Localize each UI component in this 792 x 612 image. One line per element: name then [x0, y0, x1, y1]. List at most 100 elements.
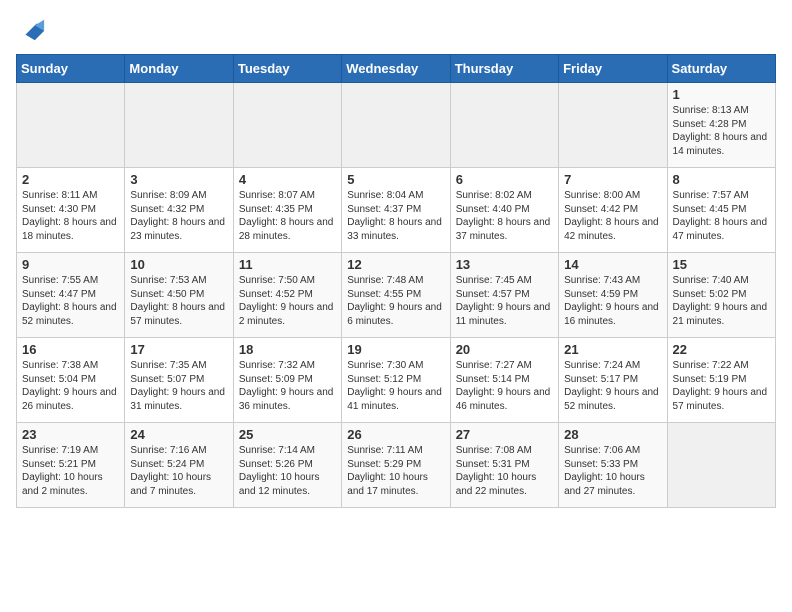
day-info: Sunrise: 7:22 AM Sunset: 5:19 PM Dayligh…: [673, 359, 770, 413]
day-number: 23: [22, 427, 119, 442]
day-number: 19: [347, 342, 444, 357]
day-cell: 5 Sunrise: 8:04 AM Sunset: 4:37 PM Daylig…: [342, 168, 450, 253]
day-number: 10: [130, 257, 227, 272]
day-info: Sunrise: 7:40 AM Sunset: 5:02 PM Dayligh…: [673, 274, 770, 328]
day-info: Sunrise: 7:08 AM Sunset: 5:31 PM Dayligh…: [456, 444, 553, 498]
day-number: 14: [564, 257, 661, 272]
week-row-3: 9Sunrise: 7:55 AM Sunset: 4:47 PM Daylig…: [17, 253, 776, 338]
day-number: 8: [673, 172, 770, 187]
day-info: Sunrise: 7:14 AM Sunset: 5:26 PM Dayligh…: [239, 444, 336, 498]
day-cell: 17 Sunrise: 7:35 AM Sunset: 5:07 PM Dayli…: [125, 338, 233, 423]
day-number: 13: [456, 257, 553, 272]
day-number: 17: [130, 342, 227, 357]
day-cell: 24 Sunrise: 7:16 AM Sunset: 5:24 PM Dayli…: [125, 423, 233, 508]
day-number: 16: [22, 342, 119, 357]
logo-icon: [18, 16, 46, 44]
weekday-header-row: SundayMondayTuesdayWednesdayThursdayFrid…: [17, 55, 776, 83]
day-cell: 23 Sunrise: 7:19 AM Sunset: 5:21 PM Dayli…: [17, 423, 125, 508]
day-number: 26: [347, 427, 444, 442]
day-info: Sunrise: 8:07 AM Sunset: 4:35 PM Dayligh…: [239, 189, 336, 243]
day-cell: 28Sunrise: 7:06 AM Sunset: 5:33 PM Dayli…: [559, 423, 667, 508]
day-cell: 10 Sunrise: 7:53 AM Sunset: 4:50 PM Dayli…: [125, 253, 233, 338]
day-number: 3: [130, 172, 227, 187]
day-info: Sunrise: 7:50 AM Sunset: 4:52 PM Dayligh…: [239, 274, 336, 328]
day-number: 6: [456, 172, 553, 187]
day-number: 25: [239, 427, 336, 442]
day-cell: [667, 423, 775, 508]
day-number: 27: [456, 427, 553, 442]
week-row-5: 23 Sunrise: 7:19 AM Sunset: 5:21 PM Dayli…: [17, 423, 776, 508]
day-number: 24: [130, 427, 227, 442]
day-cell: 4 Sunrise: 8:07 AM Sunset: 4:35 PM Daylig…: [233, 168, 341, 253]
day-info: Sunrise: 7:43 AM Sunset: 4:59 PM Dayligh…: [564, 274, 661, 328]
day-number: 7: [564, 172, 661, 187]
weekday-header-wednesday: Wednesday: [342, 55, 450, 83]
day-cell: 21 Sunrise: 7:24 AM Sunset: 5:17 PM Dayli…: [559, 338, 667, 423]
day-number: 12: [347, 257, 444, 272]
day-cell: 20 Sunrise: 7:27 AM Sunset: 5:14 PM Dayli…: [450, 338, 558, 423]
day-number: 1: [673, 87, 770, 102]
day-cell: 16 Sunrise: 7:38 AM Sunset: 5:04 PM Dayli…: [17, 338, 125, 423]
day-number: 15: [673, 257, 770, 272]
week-row-4: 16 Sunrise: 7:38 AM Sunset: 5:04 PM Dayli…: [17, 338, 776, 423]
day-info: Sunrise: 8:13 AM Sunset: 4:28 PM Dayligh…: [673, 104, 770, 158]
day-info: Sunrise: 8:09 AM Sunset: 4:32 PM Dayligh…: [130, 189, 227, 243]
day-cell: 1 Sunrise: 8:13 AM Sunset: 4:28 PM Daylig…: [667, 83, 775, 168]
day-cell: 8 Sunrise: 7:57 AM Sunset: 4:45 PM Daylig…: [667, 168, 775, 253]
day-info: Sunrise: 7:30 AM Sunset: 5:12 PM Dayligh…: [347, 359, 444, 413]
day-cell: 19 Sunrise: 7:30 AM Sunset: 5:12 PM Dayli…: [342, 338, 450, 423]
day-info: Sunrise: 8:04 AM Sunset: 4:37 PM Dayligh…: [347, 189, 444, 243]
day-cell: 18 Sunrise: 7:32 AM Sunset: 5:09 PM Dayli…: [233, 338, 341, 423]
day-info: Sunrise: 7:38 AM Sunset: 5:04 PM Dayligh…: [22, 359, 119, 413]
day-number: 18: [239, 342, 336, 357]
day-cell: 3 Sunrise: 8:09 AM Sunset: 4:32 PM Daylig…: [125, 168, 233, 253]
weekday-header-monday: Monday: [125, 55, 233, 83]
day-number: 22: [673, 342, 770, 357]
day-info: Sunrise: 7:16 AM Sunset: 5:24 PM Dayligh…: [130, 444, 227, 498]
day-info: Sunrise: 7:06 AM Sunset: 5:33 PM Dayligh…: [564, 444, 661, 498]
day-info: Sunrise: 7:35 AM Sunset: 5:07 PM Dayligh…: [130, 359, 227, 413]
day-info: Sunrise: 7:48 AM Sunset: 4:55 PM Dayligh…: [347, 274, 444, 328]
day-info: Sunrise: 7:55 AM Sunset: 4:47 PM Dayligh…: [22, 274, 119, 328]
day-info: Sunrise: 7:27 AM Sunset: 5:14 PM Dayligh…: [456, 359, 553, 413]
day-number: 11: [239, 257, 336, 272]
day-cell: 11 Sunrise: 7:50 AM Sunset: 4:52 PM Dayli…: [233, 253, 341, 338]
day-cell: 15 Sunrise: 7:40 AM Sunset: 5:02 PM Dayli…: [667, 253, 775, 338]
day-number: 4: [239, 172, 336, 187]
week-row-2: 2Sunrise: 8:11 AM Sunset: 4:30 PM Daylig…: [17, 168, 776, 253]
day-info: Sunrise: 7:19 AM Sunset: 5:21 PM Dayligh…: [22, 444, 119, 498]
day-cell: [559, 83, 667, 168]
day-cell: 2Sunrise: 8:11 AM Sunset: 4:30 PM Daylig…: [17, 168, 125, 253]
day-cell: [342, 83, 450, 168]
weekday-header-tuesday: Tuesday: [233, 55, 341, 83]
day-info: Sunrise: 7:57 AM Sunset: 4:45 PM Dayligh…: [673, 189, 770, 243]
day-info: Sunrise: 8:00 AM Sunset: 4:42 PM Dayligh…: [564, 189, 661, 243]
weekday-header-sunday: Sunday: [17, 55, 125, 83]
day-info: Sunrise: 7:24 AM Sunset: 5:17 PM Dayligh…: [564, 359, 661, 413]
day-cell: 26 Sunrise: 7:11 AM Sunset: 5:29 PM Dayli…: [342, 423, 450, 508]
day-cell: 22 Sunrise: 7:22 AM Sunset: 5:19 PM Dayli…: [667, 338, 775, 423]
day-cell: 25 Sunrise: 7:14 AM Sunset: 5:26 PM Dayli…: [233, 423, 341, 508]
day-info: Sunrise: 8:02 AM Sunset: 4:40 PM Dayligh…: [456, 189, 553, 243]
day-number: 20: [456, 342, 553, 357]
day-cell: 14 Sunrise: 7:43 AM Sunset: 4:59 PM Dayli…: [559, 253, 667, 338]
day-info: Sunrise: 7:32 AM Sunset: 5:09 PM Dayligh…: [239, 359, 336, 413]
day-cell: [17, 83, 125, 168]
day-cell: 7 Sunrise: 8:00 AM Sunset: 4:42 PM Daylig…: [559, 168, 667, 253]
day-cell: [450, 83, 558, 168]
day-number: 21: [564, 342, 661, 357]
day-cell: 6 Sunrise: 8:02 AM Sunset: 4:40 PM Daylig…: [450, 168, 558, 253]
weekday-header-thursday: Thursday: [450, 55, 558, 83]
day-info: Sunrise: 7:11 AM Sunset: 5:29 PM Dayligh…: [347, 444, 444, 498]
day-cell: 12 Sunrise: 7:48 AM Sunset: 4:55 PM Dayli…: [342, 253, 450, 338]
calendar-table: SundayMondayTuesdayWednesdayThursdayFrid…: [16, 54, 776, 508]
day-cell: 27 Sunrise: 7:08 AM Sunset: 5:31 PM Dayli…: [450, 423, 558, 508]
day-cell: [125, 83, 233, 168]
day-number: 5: [347, 172, 444, 187]
weekday-header-friday: Friday: [559, 55, 667, 83]
day-info: Sunrise: 7:53 AM Sunset: 4:50 PM Dayligh…: [130, 274, 227, 328]
day-info: Sunrise: 7:45 AM Sunset: 4:57 PM Dayligh…: [456, 274, 553, 328]
day-info: Sunrise: 8:11 AM Sunset: 4:30 PM Dayligh…: [22, 189, 119, 243]
day-cell: [233, 83, 341, 168]
day-cell: 13 Sunrise: 7:45 AM Sunset: 4:57 PM Dayli…: [450, 253, 558, 338]
